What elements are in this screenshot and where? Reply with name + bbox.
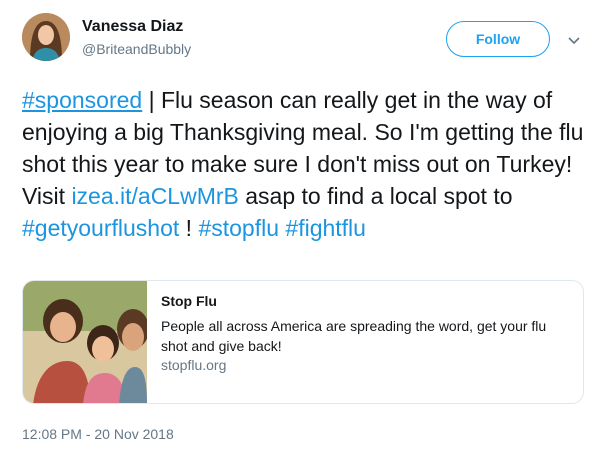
- card-description: People all across America are spreading …: [161, 318, 547, 354]
- card-domain: stopflu.org: [161, 357, 227, 373]
- hashtag-fightflu[interactable]: #fightflu: [285, 215, 366, 241]
- link-card[interactable]: Stop Flu People all across America are s…: [22, 280, 584, 404]
- follow-button-label: Follow: [475, 31, 521, 47]
- chevron-down-icon[interactable]: [566, 32, 582, 48]
- user-name[interactable]: Vanessa Diaz: [82, 18, 183, 36]
- tweet-link[interactable]: izea.it/aCLwMrB: [71, 183, 238, 209]
- hashtag-sponsored[interactable]: #sponsored: [22, 87, 142, 113]
- card-image[interactable]: [23, 281, 149, 403]
- hashtag-getyourflushot[interactable]: #getyourflushot: [22, 215, 179, 241]
- tweet-text-part-2: asap to find a local spot to: [238, 183, 513, 209]
- avatar[interactable]: [22, 13, 70, 61]
- tweet-timestamp[interactable]: 12:08 PM - 20 Nov 2018: [22, 426, 174, 442]
- hashtag-stopflu[interactable]: #stopflu: [198, 215, 279, 241]
- tweet-text: #sponsored | Flu season can really get i…: [22, 84, 592, 244]
- tweet-text-part-3: !: [179, 215, 199, 241]
- card-title: Stop Flu: [161, 293, 217, 309]
- follow-button[interactable]: Follow: [446, 21, 550, 57]
- user-handle[interactable]: @BriteandBubbly: [82, 41, 191, 57]
